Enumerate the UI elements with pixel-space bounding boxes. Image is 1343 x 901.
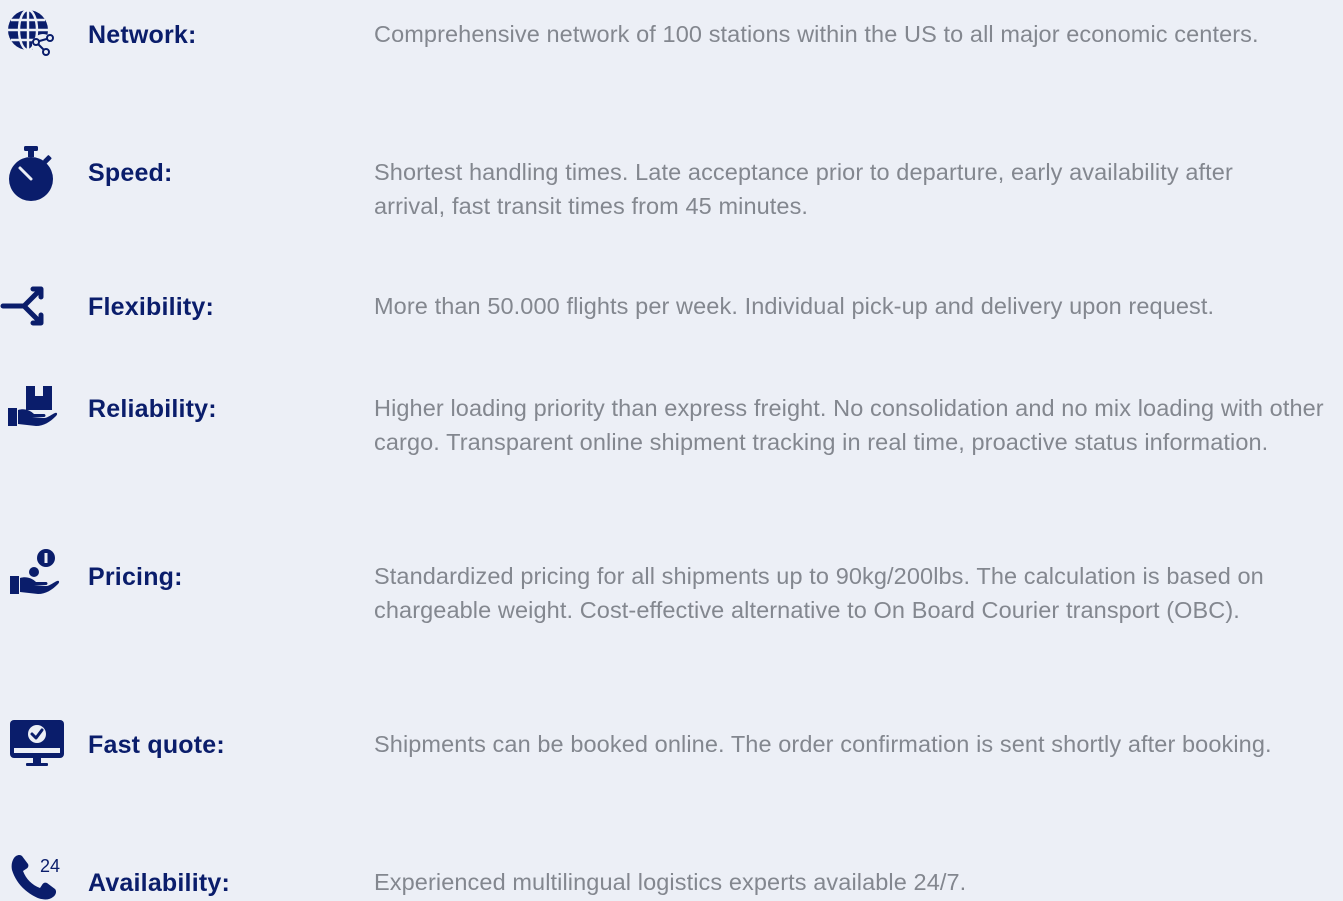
split-arrow-icon <box>0 284 56 328</box>
feature-label: Fast quote: <box>88 731 225 759</box>
feature-description: Shortest handling times. Late acceptance… <box>374 159 1233 219</box>
feature-label: Network: <box>88 21 197 49</box>
feature-description: Higher loading priority than express fre… <box>374 395 1324 455</box>
hand-coin-icon <box>10 548 60 596</box>
feature-description: Comprehensive network of 100 stations wi… <box>374 21 1259 47</box>
feature-label: Availability: <box>88 869 230 897</box>
feature-description: Experienced multilingual logistics exper… <box>374 869 967 895</box>
phone-24-icon: 24 <box>10 852 66 901</box>
stopwatch-icon <box>7 146 55 202</box>
feature-label: Speed: <box>88 159 173 187</box>
feature-label: Flexibility: <box>88 293 215 321</box>
monitor-check-icon <box>10 720 64 768</box>
feature-label: Reliability: <box>88 395 217 423</box>
feature-description: Standardized pricing for all shipments u… <box>374 563 1264 623</box>
globe-network-icon <box>6 8 56 58</box>
hand-box-icon <box>8 384 58 428</box>
feature-description: Shipments can be booked online. The orde… <box>374 731 1272 757</box>
feature-label: Pricing: <box>88 563 183 591</box>
feature-description: More than 50.000 flights per week. Indiv… <box>374 293 1215 319</box>
feature-list: Network: Comprehensive network of 100 st… <box>0 0 1343 901</box>
svg-text:24: 24 <box>40 856 60 876</box>
